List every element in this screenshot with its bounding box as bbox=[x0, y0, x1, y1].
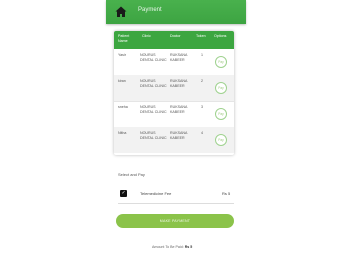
header-token: Token bbox=[196, 34, 206, 38]
doctor-name: RUKSANA KABEER bbox=[170, 53, 188, 62]
clinic-name: NOURUS DENTAL CLINIC bbox=[140, 105, 167, 114]
token-number: 4 bbox=[201, 131, 203, 135]
header-doctor: Doctor bbox=[170, 34, 181, 38]
fee-item-label: Telemedicine Fee bbox=[140, 191, 172, 196]
patient-name: Yasir bbox=[118, 53, 126, 57]
clinic-name: NOURUS DENTAL CLINIC bbox=[140, 131, 167, 140]
divider bbox=[118, 203, 234, 204]
table-row: Yasir NOURUS DENTAL CLINIC RUKSANA KABEE… bbox=[114, 49, 234, 76]
header-clinic: Clinic bbox=[142, 34, 151, 38]
doctor-name: RUKSANA KABEER bbox=[170, 79, 188, 88]
check-icon: ✓ bbox=[121, 190, 126, 196]
app-bar: Payment bbox=[106, 0, 246, 24]
page-title: Payment bbox=[138, 7, 162, 13]
table-header: Patient Name Clinic Doctor Token Options bbox=[114, 31, 234, 49]
home-icon[interactable] bbox=[114, 5, 128, 19]
pay-button[interactable]: Pay bbox=[215, 108, 227, 120]
clinic-name: NOURUS DENTAL CLINIC bbox=[140, 53, 167, 62]
make-payment-button[interactable]: MAKE PAYMENT bbox=[116, 214, 234, 228]
amount-label: Amount To Be Paid: bbox=[152, 245, 184, 249]
doctor-name: RUKSANA KABEER bbox=[170, 105, 188, 114]
doctor-name: RUKSANA KABEER bbox=[170, 131, 188, 140]
pay-button[interactable]: Pay bbox=[215, 56, 227, 68]
clinic-name: NOURUS DENTAL CLINIC bbox=[140, 79, 167, 88]
select-and-pay-label: Select and Pay bbox=[118, 172, 145, 177]
table-row: sneha NOURUS DENTAL CLINIC RUKSANA KABEE… bbox=[114, 101, 234, 128]
patient-name: sneha bbox=[118, 105, 128, 109]
header-options: Options bbox=[214, 34, 227, 38]
patient-name: kiran bbox=[118, 79, 126, 83]
amount-to-pay: Amount To Be Paid: Rs 5 bbox=[152, 245, 192, 249]
amount-value: Rs 5 bbox=[184, 245, 193, 249]
table-row: kiran NOURUS DENTAL CLINIC RUKSANA KABEE… bbox=[114, 75, 234, 102]
appointments-table: Patient Name Clinic Doctor Token Options… bbox=[114, 31, 234, 155]
token-number: 2 bbox=[201, 79, 203, 83]
token-number: 1 bbox=[201, 53, 203, 57]
pay-button[interactable]: Pay bbox=[215, 134, 227, 146]
table-row: Nitha NOURUS DENTAL CLINIC RUKSANA KABEE… bbox=[114, 127, 234, 153]
fee-item-amount: Rs 5 bbox=[222, 191, 231, 196]
telemedicine-fee-checkbox[interactable]: ✓ bbox=[120, 190, 127, 197]
patient-name: Nitha bbox=[118, 131, 127, 135]
pay-button[interactable]: Pay bbox=[215, 82, 227, 94]
token-number: 3 bbox=[201, 105, 203, 109]
header-patient-name: Patient Name bbox=[118, 34, 130, 43]
